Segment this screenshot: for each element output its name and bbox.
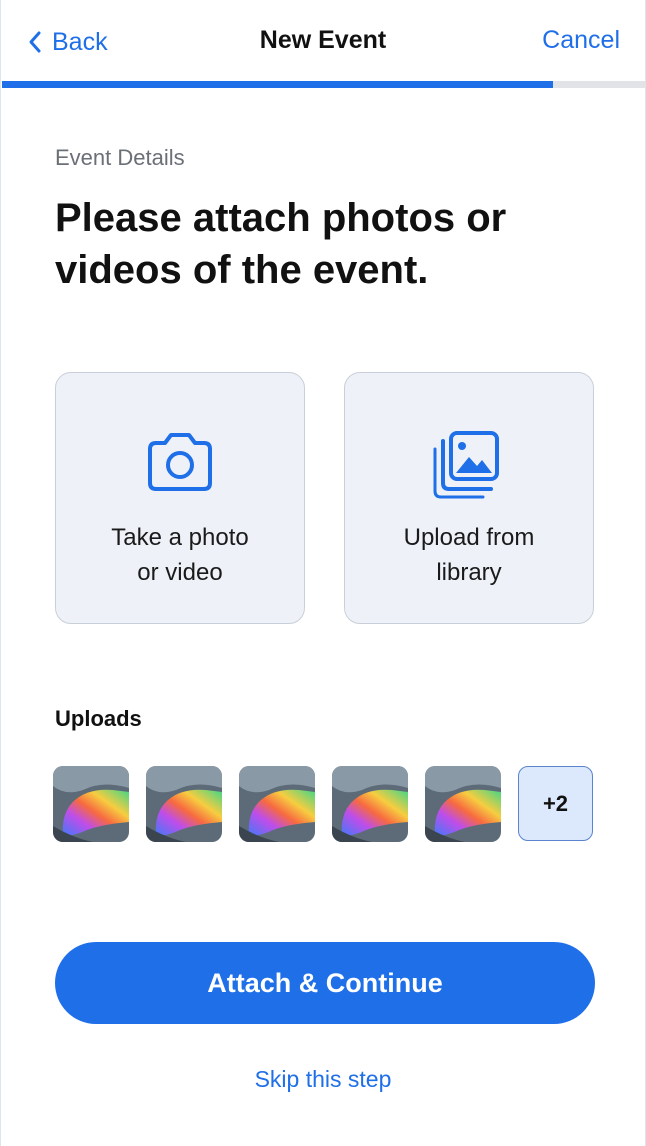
section-label: Event Details (55, 145, 185, 170)
progress-bar (2, 81, 646, 88)
take-photo-label: Take a photo or video (111, 524, 249, 586)
upload-thumbnail[interactable] (146, 766, 222, 842)
upload-thumbnail-image (53, 766, 129, 842)
upload-thumbnail-image (146, 766, 222, 842)
headline: Please attach photos or videos of the ev… (55, 196, 507, 292)
progress-bar-fill (2, 81, 553, 88)
attach-continue-button[interactable]: Attach & Continue (55, 942, 595, 1024)
skip-step-link[interactable]: Skip this step (0, 1066, 646, 1093)
navigation-bar: Back New Event Cancel (0, 0, 646, 82)
camera-icon (148, 433, 212, 491)
uploads-heading: Uploads (55, 706, 142, 731)
upload-thumbnail-image (425, 766, 501, 842)
upload-library-label: Upload from library (403, 524, 535, 586)
upload-thumbnail[interactable] (332, 766, 408, 842)
photo-library-icon (433, 431, 499, 499)
upload-thumbnail[interactable] (53, 766, 129, 842)
upload-thumbnail[interactable] (239, 766, 315, 842)
cancel-button[interactable]: Cancel (542, 26, 620, 55)
upload-thumbnail[interactable] (425, 766, 501, 842)
more-uploads-badge[interactable]: +2 (518, 766, 593, 841)
upload-thumbnail-image (239, 766, 315, 842)
upload-library-button[interactable]: Upload from library (344, 372, 594, 624)
upload-thumbnail-image (332, 766, 408, 842)
take-photo-button[interactable]: Take a photo or video (55, 372, 305, 624)
